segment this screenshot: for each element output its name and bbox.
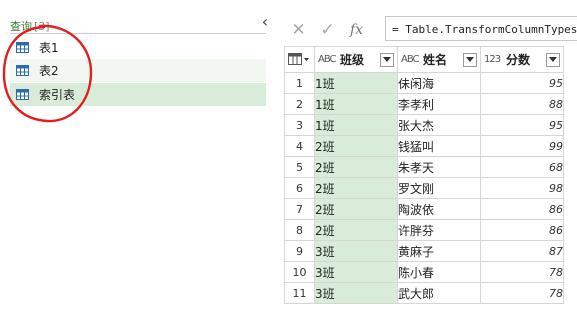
cell-name[interactable]: 武大郎 — [397, 282, 481, 304]
query-item-table2[interactable]: 表2 — [10, 59, 266, 82]
cell-class[interactable]: 1班 — [314, 114, 398, 136]
table-row: 4 2班 钱猛叫 99 — [284, 135, 564, 157]
data-grid: ABC 班级 ABC 姓名 123 分数 1 1班 佅闲海 95 2 1班 李孝… — [284, 46, 564, 304]
number-type-icon[interactable]: 123 — [484, 54, 506, 65]
row-number[interactable]: 1 — [284, 72, 315, 94]
cell-score[interactable]: 95 — [480, 114, 564, 136]
table-row: 2 1班 李孝利 88 — [284, 93, 564, 115]
table-row: 7 2班 陶波依 86 — [284, 198, 564, 220]
cell-score[interactable]: 88 — [480, 93, 564, 115]
table-row: 11 3班 武大郎 78 — [284, 282, 564, 304]
table-row: 10 3班 陈小春 78 — [284, 261, 564, 283]
filter-dropdown-icon[interactable] — [380, 52, 394, 67]
cell-score[interactable]: 78 — [480, 261, 564, 283]
row-number[interactable]: 5 — [284, 156, 315, 178]
row-number[interactable]: 4 — [284, 135, 315, 157]
cell-name[interactable]: 佅闲海 — [397, 72, 481, 94]
cell-score[interactable]: 95 — [480, 72, 564, 94]
collapse-pane-button[interactable]: ‹ — [258, 14, 272, 30]
cell-class[interactable]: 2班 — [314, 135, 398, 157]
table-icon — [16, 89, 29, 100]
queries-title: 查询 — [10, 20, 32, 33]
filter-dropdown-icon[interactable] — [546, 52, 560, 67]
query-label: 表1 — [39, 41, 59, 55]
row-number[interactable]: 10 — [284, 261, 315, 283]
table-row: 5 2班 朱孝天 68 — [284, 156, 564, 178]
row-number[interactable]: 7 — [284, 198, 315, 220]
text-type-icon[interactable]: ABC — [401, 54, 423, 65]
column-name: 班级 — [340, 53, 365, 67]
cell-name[interactable]: 陈小春 — [397, 261, 481, 283]
table-row: 8 2班 许胖芬 86 — [284, 219, 564, 241]
column-header-class[interactable]: ABC 班级 — [314, 46, 398, 73]
cell-name[interactable]: 许胖芬 — [397, 219, 481, 241]
text-type-icon[interactable]: ABC — [318, 54, 340, 65]
cell-class[interactable]: 3班 — [314, 240, 398, 262]
cell-class[interactable]: 1班 — [314, 93, 398, 115]
queries-count: [3] — [34, 20, 50, 33]
column-header-score[interactable]: 123 分数 — [480, 46, 564, 73]
table-row: 6 2班 罗文刚 98 — [284, 177, 564, 199]
cell-class[interactable]: 3班 — [314, 282, 398, 304]
data-preview-pane: ✕ ✓ fx = Table.TransformColumnTypes(ABC… — [284, 0, 577, 312]
table-row: 1 1班 佅闲海 95 — [284, 72, 564, 94]
cell-class[interactable]: 3班 — [314, 261, 398, 283]
cell-class[interactable]: 1班 — [314, 72, 398, 94]
row-number[interactable]: 2 — [284, 93, 315, 115]
query-item-table1[interactable]: 表1 — [10, 36, 266, 59]
column-name: 姓名 — [423, 53, 448, 67]
cell-score[interactable]: 87 — [480, 240, 564, 262]
table-menu-icon — [288, 52, 309, 65]
row-number[interactable]: 9 — [284, 240, 315, 262]
cell-class[interactable]: 2班 — [314, 198, 398, 220]
cell-name[interactable]: 黄麻子 — [397, 240, 481, 262]
cell-name[interactable]: 钱猛叫 — [397, 135, 481, 157]
row-number[interactable]: 11 — [284, 282, 315, 304]
cell-name[interactable]: 陶波依 — [397, 198, 481, 220]
queries-header: 查询 [3] — [10, 18, 50, 34]
column-header-name[interactable]: ABC 姓名 — [397, 46, 481, 73]
query-label: 索引表 — [39, 88, 76, 102]
table-row: 3 1班 张大杰 95 — [284, 114, 564, 136]
cell-score[interactable]: 99 — [480, 135, 564, 157]
cell-name[interactable]: 罗文刚 — [397, 177, 481, 199]
row-number[interactable]: 8 — [284, 219, 315, 241]
column-name: 分数 — [506, 53, 531, 67]
confirm-icon[interactable]: ✓ — [313, 16, 342, 43]
cancel-icon[interactable]: ✕ — [284, 16, 313, 43]
fx-icon[interactable]: fx — [342, 16, 371, 43]
table-row: 9 3班 黄麻子 87 — [284, 240, 564, 262]
cell-name[interactable]: 李孝利 — [397, 93, 481, 115]
formula-bar[interactable]: = Table.TransformColumnTypes( — [385, 16, 577, 41]
cell-class[interactable]: 2班 — [314, 219, 398, 241]
cell-score[interactable]: 78 — [480, 282, 564, 304]
cell-class[interactable]: 2班 — [314, 177, 398, 199]
grid-body: 1 1班 佅闲海 95 2 1班 李孝利 88 3 1班 张大杰 95 4 2班 钱猛叫 99 5 2班 朱孝天 68… — [284, 72, 564, 304]
cell-score[interactable]: 86 — [480, 219, 564, 241]
grid-header-row: ABC 班级 ABC 姓名 123 分数 — [284, 46, 564, 73]
table-icon — [16, 42, 29, 53]
queries-pane: 查询 [3] ‹ 表1 表2 索引表 — [0, 0, 276, 312]
filter-dropdown-icon[interactable] — [463, 52, 477, 67]
cell-score[interactable]: 68 — [480, 156, 564, 178]
cell-class[interactable]: 2班 — [314, 156, 398, 178]
table-icon — [16, 65, 29, 76]
query-label: 表2 — [39, 64, 59, 78]
cell-score[interactable]: 86 — [480, 198, 564, 220]
pane-divider — [10, 33, 266, 34]
row-number[interactable]: 3 — [284, 114, 315, 136]
query-item-index-table[interactable]: 索引表 — [10, 83, 266, 106]
cell-name[interactable]: 张大杰 — [397, 114, 481, 136]
table-menu-corner[interactable] — [284, 46, 315, 73]
row-number[interactable]: 6 — [284, 177, 315, 199]
cell-name[interactable]: 朱孝天 — [397, 156, 481, 178]
cell-score[interactable]: 98 — [480, 177, 564, 199]
